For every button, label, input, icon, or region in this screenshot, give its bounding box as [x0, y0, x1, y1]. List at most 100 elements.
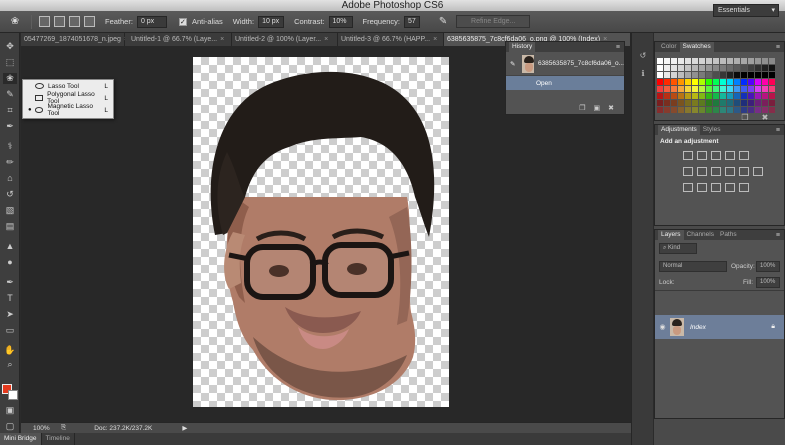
- quick-select-icon[interactable]: ✎: [3, 89, 17, 100]
- vibrance-icon[interactable]: [739, 151, 749, 160]
- swatch[interactable]: [671, 100, 677, 106]
- swatch[interactable]: [748, 65, 754, 71]
- quick-mask-icon[interactable]: ▣: [3, 405, 17, 416]
- swatch[interactable]: [748, 86, 754, 92]
- swatch[interactable]: [741, 65, 747, 71]
- swatch[interactable]: [706, 72, 712, 78]
- healing-icon[interactable]: ⚕: [3, 141, 17, 152]
- tab-paths[interactable]: Paths: [717, 230, 740, 240]
- swatch[interactable]: [748, 58, 754, 64]
- swatch[interactable]: [762, 86, 768, 92]
- export-icon[interactable]: ⎘: [61, 424, 66, 432]
- swatch[interactable]: [762, 93, 768, 99]
- threshold-icon[interactable]: [711, 183, 721, 192]
- swatch[interactable]: [671, 107, 677, 113]
- swatch[interactable]: [713, 93, 719, 99]
- swatch[interactable]: [713, 107, 719, 113]
- anti-alias-checkbox[interactable]: ✓: [178, 17, 187, 26]
- swatch[interactable]: [692, 107, 698, 113]
- layer-kind-filter[interactable]: ⌕ Kind: [659, 243, 697, 254]
- swatch[interactable]: [734, 100, 740, 106]
- swatch[interactable]: [755, 100, 761, 106]
- swatch[interactable]: [713, 65, 719, 71]
- swatch[interactable]: [713, 86, 719, 92]
- swatch[interactable]: [699, 72, 705, 78]
- close-icon[interactable]: ×: [324, 33, 328, 46]
- swatch[interactable]: [664, 65, 670, 71]
- swatch[interactable]: [748, 79, 754, 85]
- brush-icon[interactable]: ✏: [3, 157, 17, 168]
- swatch[interactable]: [741, 86, 747, 92]
- swatch[interactable]: [671, 86, 677, 92]
- swatch[interactable]: [762, 100, 768, 106]
- swatch[interactable]: [692, 86, 698, 92]
- swatch[interactable]: [741, 58, 747, 64]
- tab-layers[interactable]: Layers: [658, 230, 684, 240]
- swatch[interactable]: [699, 100, 705, 106]
- menu-item-magnetic-lasso-tool[interactable]: ● Magnetic Lasso Tool L: [23, 103, 113, 117]
- swatch[interactable]: [664, 79, 670, 85]
- swatch[interactable]: [692, 93, 698, 99]
- blur-icon[interactable]: ▲: [3, 241, 17, 252]
- new-document-from-state-icon[interactable]: ❐: [579, 104, 585, 112]
- swatch[interactable]: [685, 58, 691, 64]
- swatch[interactable]: [699, 58, 705, 64]
- swatch[interactable]: [713, 100, 719, 106]
- swatch[interactable]: [685, 100, 691, 106]
- swatch[interactable]: [685, 93, 691, 99]
- tab-history[interactable]: History: [509, 42, 536, 52]
- zoom-level[interactable]: 100%: [21, 425, 61, 432]
- status-arrow-icon[interactable]: ▶: [182, 424, 187, 432]
- swatch[interactable]: [699, 107, 705, 113]
- fill-input[interactable]: 100%: [756, 277, 780, 288]
- swatch[interactable]: [720, 65, 726, 71]
- trash-icon[interactable]: ✖: [760, 113, 770, 123]
- path-select-icon[interactable]: ➤: [3, 309, 17, 320]
- swatch[interactable]: [762, 79, 768, 85]
- black-white-icon[interactable]: [711, 167, 721, 176]
- swatch[interactable]: [657, 58, 663, 64]
- history-brush-icon[interactable]: ↺: [3, 189, 17, 200]
- type-icon[interactable]: T: [3, 293, 17, 304]
- history-snapshot[interactable]: ✎ 6385635875_7c8cf6da06_o...: [506, 52, 624, 76]
- swatch[interactable]: [685, 86, 691, 92]
- curves-icon[interactable]: [711, 151, 721, 160]
- gradient-icon[interactable]: ▤: [3, 221, 17, 232]
- document-image[interactable]: [193, 57, 449, 407]
- background-color-swatch[interactable]: [8, 390, 18, 400]
- swatch[interactable]: [671, 93, 677, 99]
- swatch[interactable]: [727, 86, 733, 92]
- swatch[interactable]: [755, 93, 761, 99]
- swatch[interactable]: [657, 107, 663, 113]
- new-swatch-icon[interactable]: ❐: [740, 113, 750, 123]
- tab-swatches[interactable]: Swatches: [679, 42, 714, 52]
- swatch[interactable]: [685, 72, 691, 78]
- swatch[interactable]: [692, 100, 698, 106]
- panel-menu-icon[interactable]: ≡: [776, 127, 780, 134]
- swatch[interactable]: [706, 107, 712, 113]
- swatch[interactable]: [769, 86, 775, 92]
- swatch[interactable]: [727, 79, 733, 85]
- swatch[interactable]: [720, 100, 726, 106]
- swatch[interactable]: [769, 65, 775, 71]
- swatch[interactable]: [755, 79, 761, 85]
- layer-row[interactable]: ◉ Index 🔒︎: [655, 315, 784, 339]
- swatch[interactable]: [706, 79, 712, 85]
- swatch[interactable]: [734, 58, 740, 64]
- swatch[interactable]: [734, 72, 740, 78]
- swatch[interactable]: [657, 93, 663, 99]
- swatch[interactable]: [657, 100, 663, 106]
- eyedropper-icon[interactable]: ✒: [3, 121, 17, 132]
- camera-icon[interactable]: ▣: [594, 104, 601, 112]
- swatch[interactable]: [664, 100, 670, 106]
- tab-adjustments[interactable]: Adjustments: [658, 125, 700, 135]
- swatch[interactable]: [699, 93, 705, 99]
- swatch[interactable]: [734, 93, 740, 99]
- swatch[interactable]: [727, 93, 733, 99]
- swatch[interactable]: [699, 86, 705, 92]
- tablet-pressure-icon[interactable]: ✎: [434, 15, 452, 29]
- crop-icon[interactable]: ⌗: [3, 105, 17, 116]
- swatch[interactable]: [755, 72, 761, 78]
- levels-icon[interactable]: [697, 151, 707, 160]
- swatch[interactable]: [664, 72, 670, 78]
